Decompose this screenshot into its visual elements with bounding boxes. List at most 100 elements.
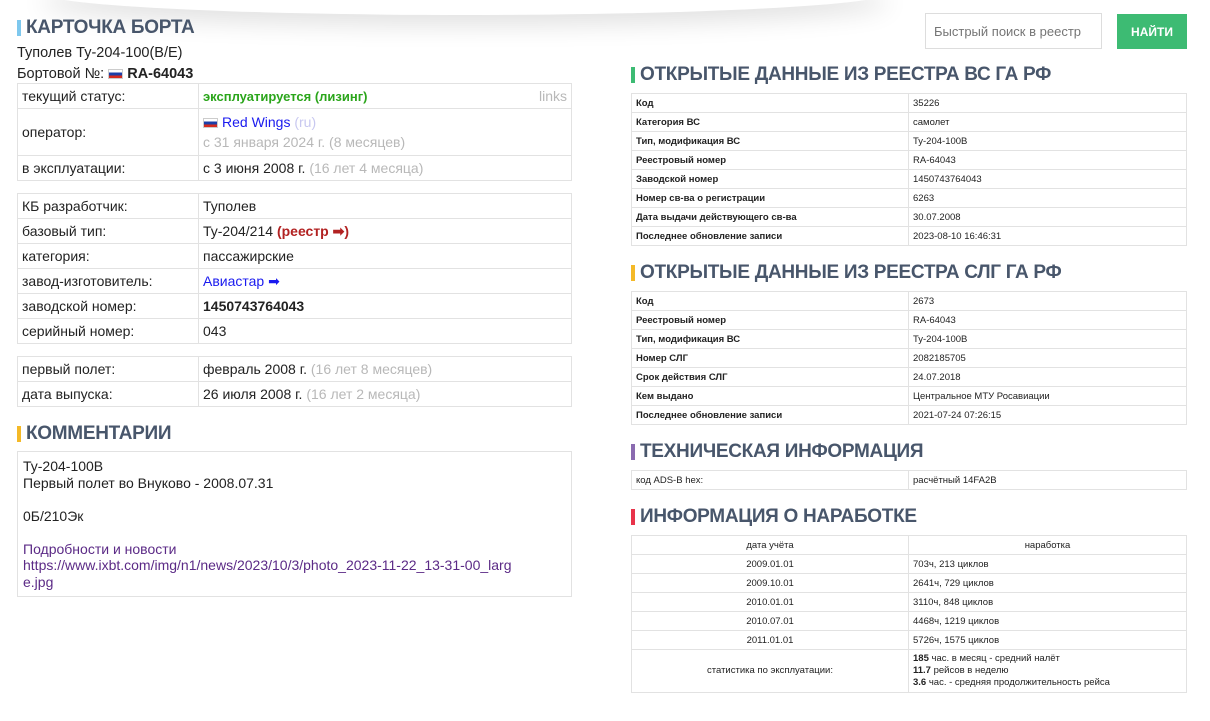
table-row: 2009.10.01 2641ч, 729 циклов — [631, 573, 1187, 593]
row-label: 2009.01.01 — [631, 554, 909, 574]
serial-label: серийный номер: — [17, 318, 199, 344]
row-value: 3110ч, 848 циклов — [908, 592, 1187, 612]
russia-flag-icon — [203, 118, 218, 129]
table-row: 2010.01.01 3110ч, 848 циклов — [631, 592, 1187, 612]
registry-link[interactable]: (реестр ➡) — [277, 223, 349, 239]
row-value: 2023-08-10 16:46:31 — [908, 226, 1187, 246]
heading-bar — [631, 265, 635, 281]
table-row: КБ разработчик: Туполев — [17, 193, 572, 219]
stat-text: час. - средняя продолжительность рейса — [928, 677, 1110, 688]
table-row: Последнее обновление записи 2023-08-10 16… — [631, 226, 1187, 246]
table-row: завод-изготовитель: Авиастар ➡ — [17, 268, 572, 294]
row-value: 6263 — [908, 188, 1187, 208]
reg_vs-table: Код 35226 Категория ВС самолет Тип, модифика… — [631, 93, 1187, 246]
table-row: Реестровый номер RA-64043 — [631, 150, 1187, 170]
row-label: Последнее обновление записи — [631, 226, 909, 246]
stat-value: 185 — [913, 653, 929, 664]
heading-bar — [17, 20, 21, 36]
stat-value: 3.6 — [913, 677, 927, 688]
operator-label: оператор: — [17, 108, 199, 156]
row-value: 2673 — [908, 291, 1187, 311]
operator-since: с 31 января 2024 г. (8 месяцев) — [203, 134, 406, 150]
quick-search-input[interactable] — [925, 13, 1102, 49]
table-row: Дата выдачи действующего св-ва 30.07.2008 — [631, 207, 1187, 227]
table-row: базовый тип: Ту-204/214 (реестр ➡) — [17, 218, 572, 244]
row-value: RA-64043 — [908, 310, 1187, 330]
row-label: 2011.01.01 — [631, 630, 909, 650]
table-row: Тип, модификация ВС Ту-204-100В — [631, 131, 1187, 151]
top-shadow — [40, 0, 890, 15]
comments-title-text: КОММЕНТАРИИ — [26, 423, 172, 444]
aircraft-model: Туполев Ту-204-100(B/E) — [17, 45, 183, 61]
kb-label: КБ разработчик: — [17, 193, 199, 219]
row-label: Номер СЛГ — [631, 348, 909, 368]
status-table: текущий статус: эксплуатируется (лизинг) l… — [17, 83, 572, 181]
table-row: Код 2673 — [631, 291, 1187, 311]
stats-row: статистика по эксплуатации: 185 час. в ме… — [631, 649, 1187, 693]
table-row: дата выпуска: 26 июля 2008 г. (16 лет 2 м… — [17, 381, 572, 407]
aircraft-card: КАРТОЧКА БОРТА Туполев Ту-204-100(B/E) Б… — [17, 17, 572, 597]
row-value: расчётный 14FA2B — [908, 470, 1187, 490]
table-row: Срок действия СЛГ 24.07.2018 — [631, 367, 1187, 387]
row-value: Ту-204-100В — [908, 329, 1187, 349]
header-cell: дата учёта — [631, 535, 909, 555]
table-row: в эксплуатации: с 3 июня 2008 г. (16 лет … — [17, 155, 572, 181]
operator-link[interactable]: Red Wings — [222, 114, 290, 130]
ff-duration: (16 лет 8 месяцев) — [310, 361, 433, 377]
row-value: 2021-07-24 07:26:15 — [908, 405, 1187, 425]
links-link[interactable]: links — [539, 88, 567, 104]
stat-value: 11.7 — [913, 665, 931, 676]
table-row: Тип, модификация ВС Ту-204-100В — [631, 329, 1187, 349]
tech-title: ТЕХНИЧЕСКАЯ ИНФОРМАЦИЯ — [631, 441, 1187, 463]
row-label: 2010.07.01 — [631, 611, 909, 631]
tech-table: код ADS-B hex: расчётный 14FA2B — [631, 470, 1187, 490]
table-row: Реестровый номер RA-64043 — [631, 310, 1187, 330]
reg-number: RA-64043 — [127, 66, 194, 82]
table-row: Кем выдано Центральное МТУ Росавиации — [631, 386, 1187, 406]
comment-line: 0Б/210Эк — [23, 507, 84, 524]
plant-link[interactable]: Авиастар ➡ — [198, 268, 572, 294]
find-button[interactable]: НАЙТИ — [1117, 14, 1187, 49]
comment-line: Ту-204-100В — [23, 458, 104, 474]
kb-value: Туполев — [198, 193, 572, 219]
row-label: Дата выдачи действующего св-ва — [631, 207, 909, 227]
news-link-title[interactable]: Подробности и новости — [23, 541, 176, 557]
row-label: Код — [631, 93, 909, 113]
comments-title: КОММЕНТАРИИ — [17, 423, 572, 445]
row-label: Тип, модификация ВС — [631, 131, 909, 151]
stat-line: 11.7 рейсов в неделю — [913, 665, 1182, 677]
reg-label: Бортовой №: — [17, 66, 105, 82]
table-row: Номер СЛГ 2082185705 — [631, 348, 1187, 368]
operator-lang[interactable]: (ru) — [294, 114, 316, 130]
row-value: самолет — [908, 112, 1187, 132]
table-row: Последнее обновление записи 2021-07-24 07… — [631, 405, 1187, 425]
reg_vs-title: ОТКРЫТЫЕ ДАННЫЕ ИЗ РЕЕСТРА ВС ГА РФ — [631, 64, 1187, 86]
rel-label: дата выпуска: — [17, 381, 199, 407]
row-label: Последнее обновление записи — [631, 405, 909, 425]
row-value: 4468ч, 1219 циклов — [908, 611, 1187, 631]
row-label: Категория ВС — [631, 112, 909, 132]
card-title: КАРТОЧКА БОРТА — [17, 17, 572, 39]
heading-bar — [631, 67, 635, 83]
news-link-url[interactable]: https://www.ixbt.com/img/n1/news/2023/10… — [23, 557, 512, 590]
registration: Бортовой №: RA-64043 — [17, 66, 572, 82]
hours-title: ИНФОРМАЦИЯ О НАРАБОТКЕ — [631, 506, 1187, 528]
dates-table: первый полет: февраль 2008 г. (16 лет 8 м… — [17, 356, 572, 407]
status-value: эксплуатируется (лизинг) — [203, 89, 368, 104]
table-row: 2011.01.01 5726ч, 1575 циклов — [631, 630, 1187, 650]
row-value: 703ч, 213 циклов — [908, 554, 1187, 574]
rel-duration: (16 лет 2 месяца) — [306, 386, 421, 402]
row-label: Код — [631, 291, 909, 311]
row-label: Реестровый номер — [631, 310, 909, 330]
reg_vs-title-text: ОТКРЫТЫЕ ДАННЫЕ ИЗ РЕЕСТРА ВС ГА РФ — [640, 64, 1052, 85]
table-row: Заводской номер 1450743764043 — [631, 169, 1187, 189]
hours-table: дата учёта наработка 2009.01.01 703ч, 213 ц… — [631, 535, 1187, 693]
stats-label: статистика по эксплуатации: — [631, 649, 909, 693]
msn-value: 1450743764043 — [198, 293, 572, 319]
row-value: 2082185705 — [908, 348, 1187, 368]
comments-box: Ту-204-100В Первый полет во Внуково - 20… — [17, 451, 572, 597]
table-row: серийный номер: 043 — [17, 318, 572, 344]
ff-value: февраль 2008 г. — [203, 361, 307, 377]
row-value: 2641ч, 729 циклов — [908, 573, 1187, 593]
table-row: 2010.07.01 4468ч, 1219 циклов — [631, 611, 1187, 631]
